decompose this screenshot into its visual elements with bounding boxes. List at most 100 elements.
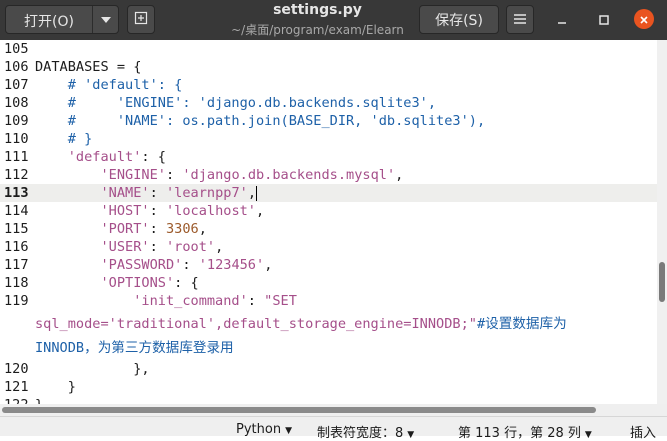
code-line[interactable]: 114 'HOST': 'localhost',	[0, 202, 657, 220]
code-line[interactable]: 106 DATABASES = {	[0, 58, 657, 76]
code-token: # 'default': {	[35, 77, 183, 93]
code-line[interactable]: 115 'PORT': 3306,	[0, 220, 657, 238]
language-selector[interactable]: Python ▼	[236, 422, 292, 437]
code-line[interactable]: 121 }	[0, 378, 657, 396]
code-token: ,	[198, 221, 207, 237]
code-token: 'NAME'	[100, 185, 150, 201]
code-token: :	[182, 257, 199, 273]
code-token: "SET	[264, 293, 297, 309]
code-token: # }	[35, 131, 93, 147]
code-line[interactable]: 107 # 'default': {	[0, 76, 657, 94]
line-number: 106	[4, 59, 29, 75]
code-line[interactable]: 122}	[0, 396, 657, 404]
code-token: 'ENGINE'	[100, 167, 166, 183]
line-code: 'ENGINE': 'django.db.backends.mysql',	[35, 166, 403, 184]
code-token: :	[247, 293, 265, 309]
language-label: Python	[236, 422, 282, 437]
new-tab-button[interactable]	[127, 5, 155, 34]
code-line[interactable]: 112 'ENGINE': 'django.db.backends.mysql'…	[0, 166, 657, 184]
line-code: }	[35, 396, 43, 404]
line-number: 117	[4, 257, 29, 273]
line-code: },	[35, 360, 149, 378]
menu-button[interactable]	[506, 5, 534, 34]
cursor-position-selector[interactable]: 第 113 行，第 28 列 ▼	[458, 422, 592, 441]
code-token: 3306	[165, 221, 199, 237]
code-token: ,	[215, 239, 224, 255]
header-bar: 打开(O) settings.py ~/桌面/program/exam/Elea…	[0, 0, 667, 40]
code-token: 'HOST'	[100, 203, 150, 219]
code-line[interactable]: 108 # 'ENGINE': 'django.db.backends.sqli…	[0, 94, 657, 112]
code-token: 'PASSWORD'	[100, 257, 183, 273]
code-editor[interactable]: 105 106 DATABASES = {107 # 'default': {108…	[0, 40, 657, 404]
code-line[interactable]: 116 'USER': 'root',	[0, 238, 657, 256]
code-line[interactable]: 119 'init_command': "SET	[0, 292, 657, 310]
code-token: :	[165, 167, 183, 183]
minimize-icon	[557, 10, 567, 29]
tab-width-label: 制表符宽度：8	[317, 426, 404, 441]
code-token: 'root'	[165, 239, 216, 255]
code-token: sql_mode='traditional',default_storage_e…	[35, 316, 477, 332]
maximize-button[interactable]	[594, 9, 614, 29]
new-document-icon	[134, 11, 148, 29]
code-line[interactable]: 111 'default': {	[0, 148, 657, 166]
code-token: 'default'	[67, 149, 142, 165]
open-button[interactable]: 打开(O)	[5, 5, 119, 34]
code-line[interactable]: 105	[0, 40, 657, 58]
code-line[interactable]: 120 },	[0, 360, 657, 378]
close-icon	[639, 10, 649, 29]
save-button[interactable]: 保存(S)	[419, 5, 499, 34]
chevron-down-icon[interactable]	[92, 6, 119, 33]
text-cursor	[256, 185, 257, 201]
vertical-scrollbar-thumb[interactable]	[659, 262, 665, 302]
line-code: 'default': {	[35, 148, 166, 166]
line-code: 'OPTIONS': {	[35, 274, 199, 292]
code-line-wrapped[interactable]: INNODB，为第三方数据库登录用	[0, 336, 657, 360]
code-token: 'learnpp7'	[165, 185, 248, 201]
code-line[interactable]: 109 # 'NAME': os.path.join(BASE_DIR, 'db…	[0, 112, 657, 130]
line-number: 111	[4, 149, 29, 165]
line-code: DATABASES = {	[35, 58, 141, 76]
horizontal-scrollbar-thumb[interactable]	[2, 407, 596, 413]
hamburger-icon	[514, 12, 526, 28]
minimize-button[interactable]	[552, 9, 572, 29]
code-token: :	[149, 239, 166, 255]
line-code: # }	[35, 130, 93, 148]
code-token: INNODB，为第三方数据库登录用	[35, 340, 234, 356]
close-button[interactable]	[634, 9, 654, 29]
code-line[interactable]: 118 'OPTIONS': {	[0, 274, 657, 292]
code-token: : {	[174, 275, 199, 291]
code-line[interactable]: 110 # }	[0, 130, 657, 148]
code-token: :	[149, 185, 166, 201]
line-code: 'HOST': 'localhost',	[35, 202, 264, 220]
code-token: :	[149, 203, 166, 219]
code-token: ,	[256, 203, 265, 219]
line-code: sql_mode='traditional',default_storage_e…	[35, 312, 567, 336]
vertical-scrollbar[interactable]	[657, 40, 667, 404]
open-button-label: 打开(O)	[24, 14, 74, 30]
line-number: 120	[4, 361, 29, 377]
window-subtitle: ~/桌面/program/exam/Elearn	[231, 23, 404, 37]
code-token: }	[35, 397, 43, 404]
code-token: 'localhost'	[165, 203, 256, 219]
code-line[interactable]: 117 'PASSWORD': '123456',	[0, 256, 657, 274]
line-number: 119	[4, 293, 29, 309]
tab-width-selector[interactable]: 制表符宽度：8 ▼	[317, 422, 414, 441]
code-token: 'USER'	[100, 239, 150, 255]
code-line-wrapped[interactable]: sql_mode='traditional',default_storage_e…	[0, 312, 657, 336]
horizontal-scrollbar[interactable]	[0, 404, 667, 416]
insert-mode-indicator: 插入	[630, 426, 657, 441]
code-line[interactable]: 113 'NAME': 'learnpp7',	[0, 184, 657, 202]
line-number: 108	[4, 95, 29, 111]
cursor-position-label: 第 113 行，第 28 列	[458, 426, 581, 441]
line-number: 110	[4, 131, 29, 147]
line-code: # 'NAME': os.path.join(BASE_DIR, 'db.sql…	[35, 112, 485, 130]
code-token: ,	[395, 167, 404, 183]
chevron-down-icon: ▼	[285, 426, 292, 436]
